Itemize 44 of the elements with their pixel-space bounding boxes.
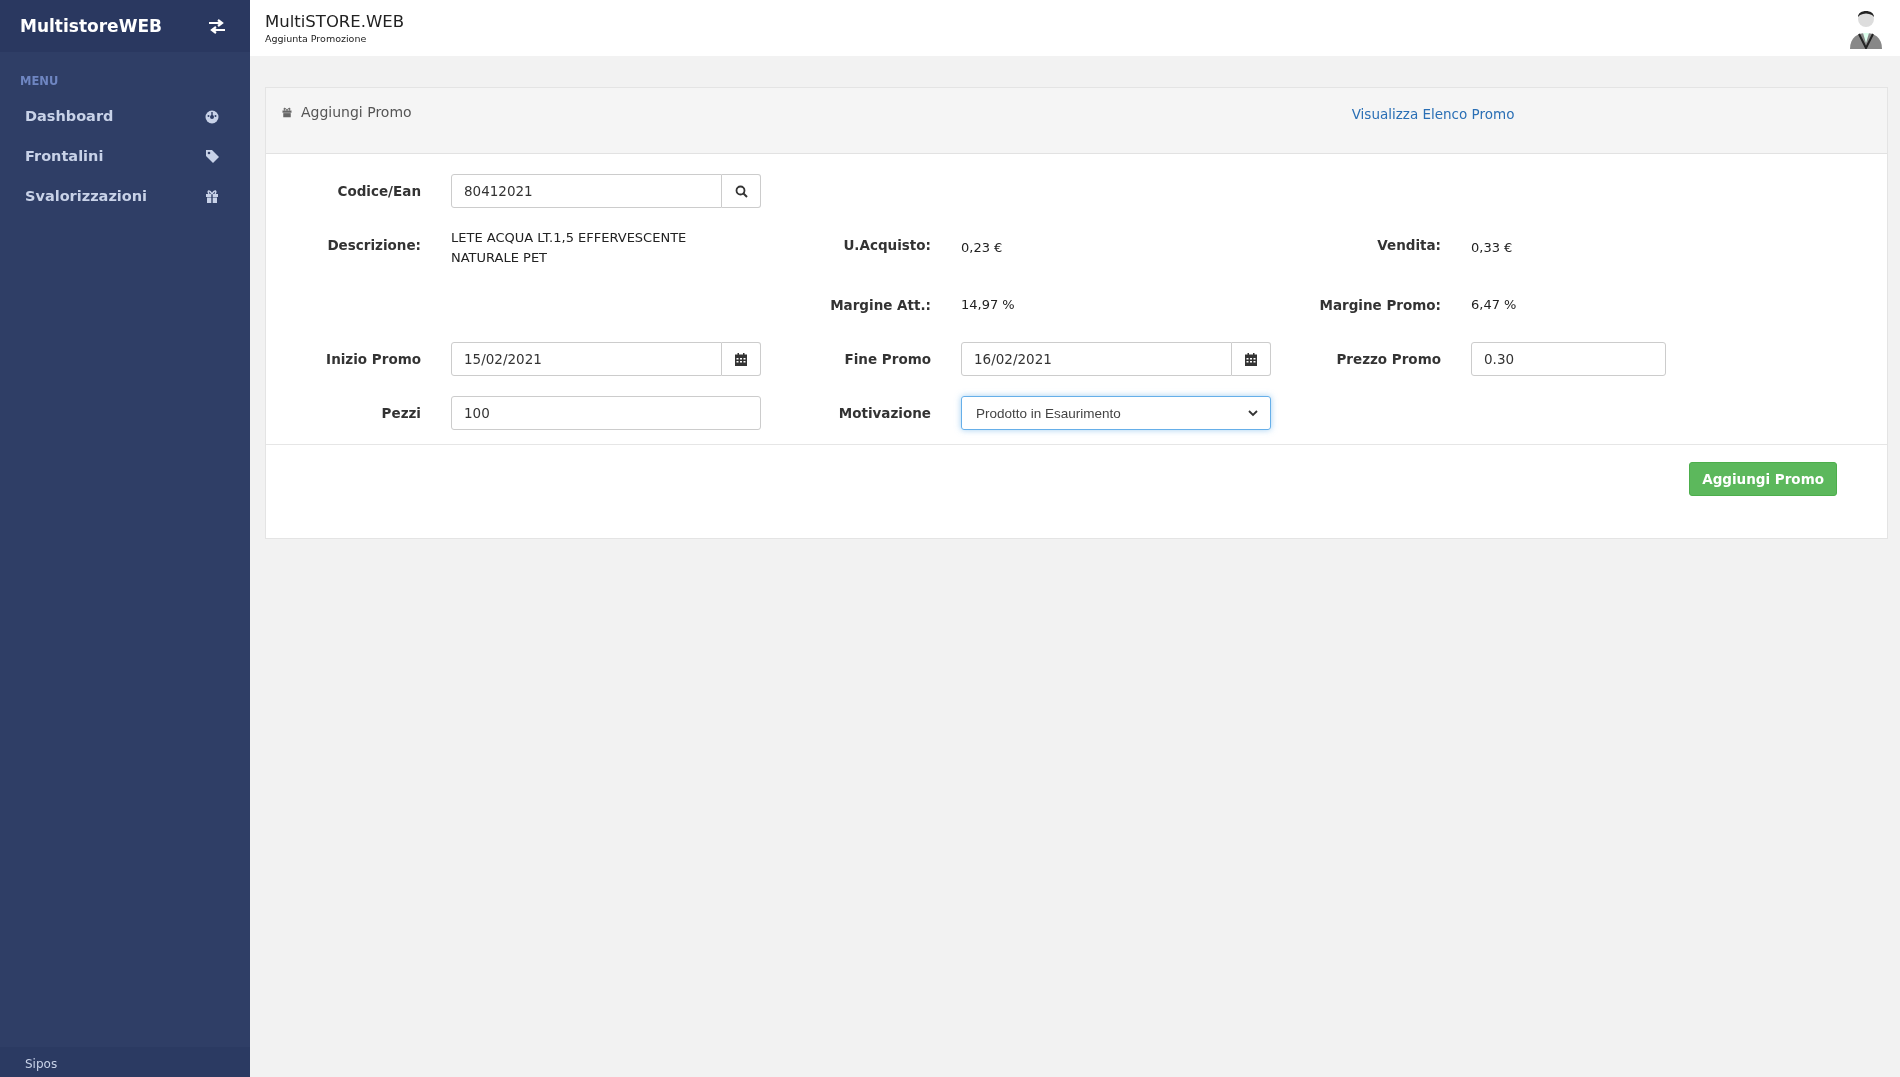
sidebar-item[interactable]: Dashboard	[0, 96, 250, 136]
field-label: Fine Promo	[844, 351, 931, 367]
calendar-button[interactable]	[722, 342, 761, 376]
field-label: Codice/Ean	[337, 183, 421, 199]
view-list-link[interactable]: Visualizza Elenco Promo	[1346, 106, 1515, 122]
field-label: Pezzi	[381, 405, 421, 421]
field-label: Prezzo Promo	[1336, 351, 1441, 367]
field-value: 6,47 %	[1471, 296, 1518, 314]
dashboard-icon	[204, 108, 220, 124]
tag-icon	[204, 148, 220, 164]
input-field[interactable]: 0.30	[1471, 342, 1666, 376]
gift-icon	[281, 106, 293, 118]
field-value: 14,97 %	[961, 296, 1016, 314]
field-label: Motivazione	[838, 405, 931, 421]
calendar-icon	[1245, 352, 1257, 366]
brand-title: MultistoreWEB	[20, 16, 162, 36]
date-field[interactable]: 16/02/2021	[961, 342, 1232, 376]
field-value: 0,33 €	[1471, 239, 1514, 257]
field-label: Vendita:	[1377, 237, 1441, 253]
field-label: Inizio Promo	[326, 351, 421, 367]
calendar-button[interactable]	[1232, 342, 1271, 376]
sidebar-item[interactable]: Frontalini	[0, 136, 250, 176]
select-dropdown[interactable]: Prodotto in Esaurimento	[961, 396, 1271, 430]
app-title: MultiSTORE.WEB	[265, 12, 405, 31]
search-field[interactable]: 80412021	[451, 174, 722, 208]
panel-title: Aggiungi Promo	[301, 104, 412, 120]
swap-arrows-icon[interactable]	[208, 18, 226, 34]
gift-icon	[204, 188, 220, 204]
chevron-icon	[1248, 409, 1258, 417]
field-value: 0,23 €	[961, 239, 1004, 257]
field-label: Margine Promo:	[1319, 297, 1441, 313]
input-field[interactable]: 100	[451, 396, 761, 430]
field-value: LETE ACQUA LT.1,5 EFFERVESCENTE NATURALE PET	[451, 229, 688, 267]
date-field[interactable]: 15/02/2021	[451, 342, 722, 376]
footer-text: Sipos	[0, 1047, 250, 1077]
page-subtitle: Aggiunta Promozione	[265, 33, 368, 44]
field-label: U.Acquisto:	[843, 237, 931, 253]
menu-heading: MENU	[19, 73, 60, 90]
field-label: Descrizione:	[327, 237, 421, 253]
search-icon	[734, 184, 748, 198]
sidebar-item[interactable]: Svalorizzazioni	[0, 176, 250, 216]
search-button[interactable]	[722, 174, 761, 208]
calendar-icon	[735, 352, 747, 366]
field-label: Margine Att.:	[830, 297, 931, 313]
